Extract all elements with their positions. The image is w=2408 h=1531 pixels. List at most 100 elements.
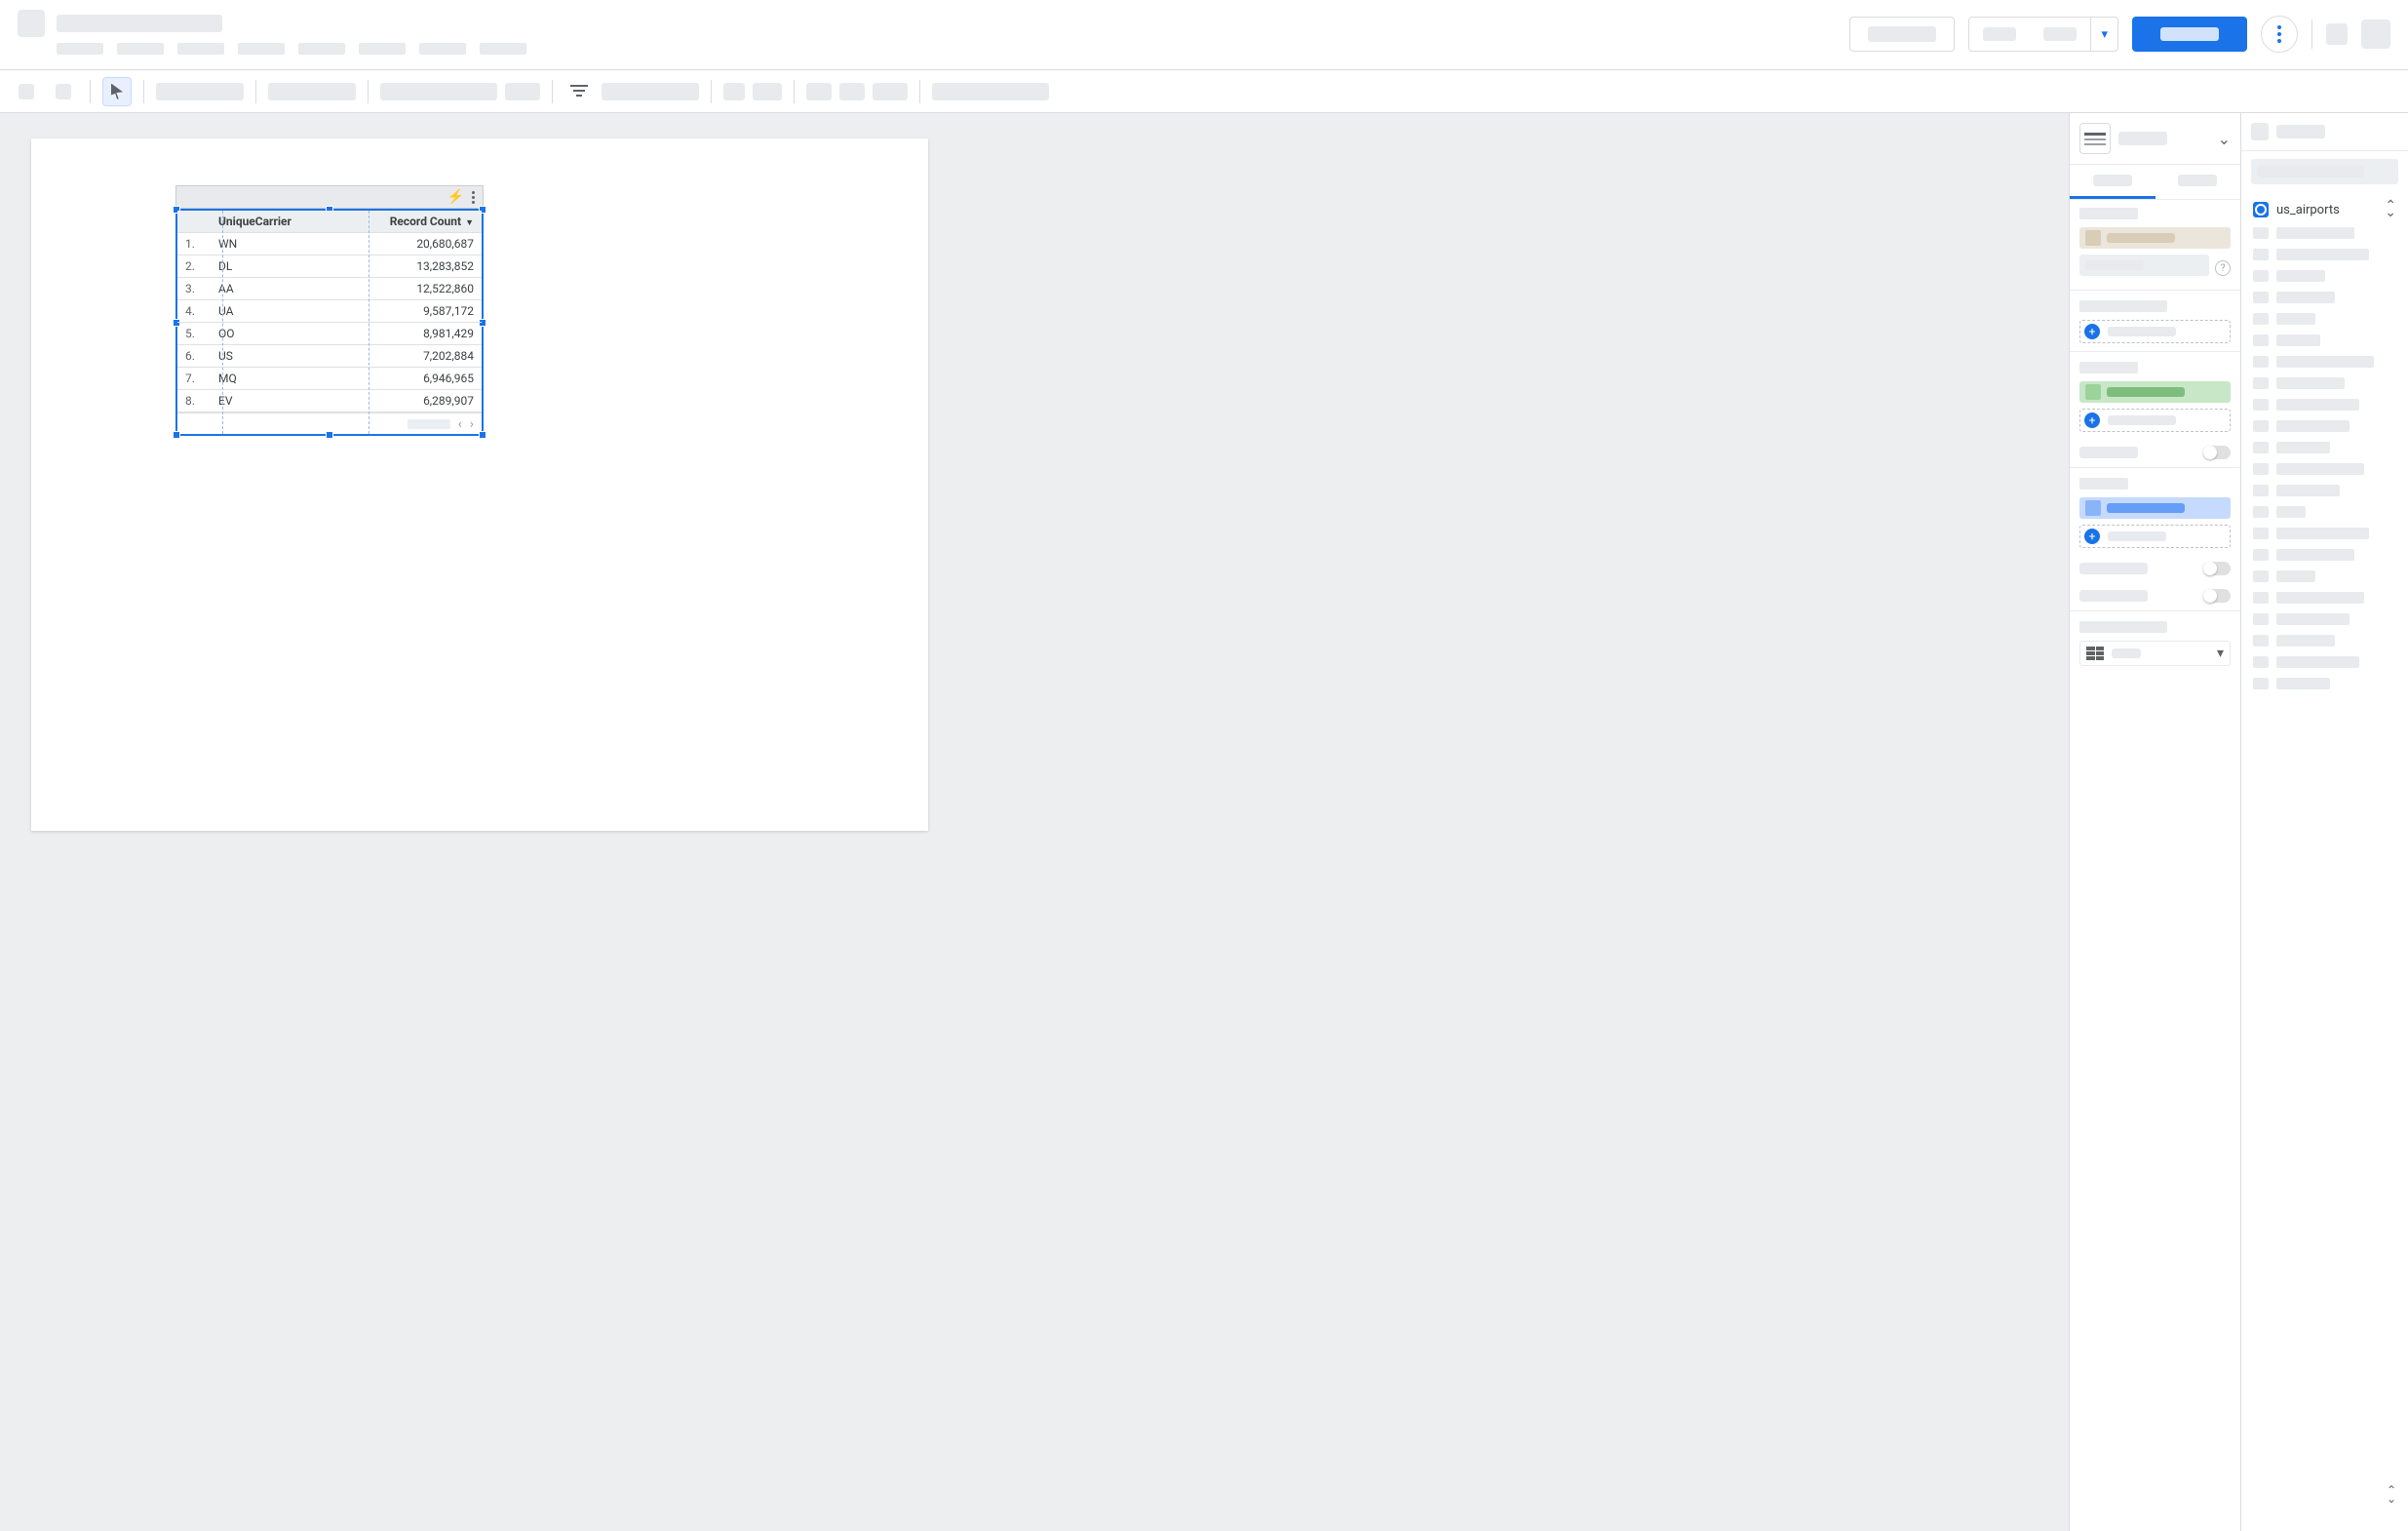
field-item[interactable]: [2253, 420, 2396, 432]
row-index: 2.: [177, 255, 211, 278]
field-item[interactable]: [2253, 377, 2396, 389]
undo-button[interactable]: [12, 77, 41, 106]
report-page[interactable]: ⚡: [31, 138, 928, 831]
more-options-button[interactable]: [2261, 16, 2298, 53]
field-item[interactable]: [2253, 356, 2396, 368]
field-item[interactable]: [2253, 334, 2396, 346]
chevron-down-icon[interactable]: ⌄: [2218, 130, 2231, 148]
datasource-icon: [2253, 202, 2269, 217]
cell-carrier: MQ: [211, 368, 338, 390]
field-item[interactable]: [2253, 227, 2396, 239]
toolbar-button[interactable]: [753, 83, 782, 100]
add-dimension-button[interactable]: +: [2079, 409, 2231, 432]
header-icon[interactable]: [2326, 23, 2348, 45]
add-metric-button[interactable]: +: [2079, 525, 2231, 548]
setup-panel: ⌄ ? + +: [2069, 113, 2240, 1531]
column-header-carrier[interactable]: UniqueCarrier: [211, 211, 338, 233]
menu-item[interactable]: [57, 43, 103, 55]
view-button[interactable]: [2132, 17, 2247, 52]
filter-button[interactable]: [564, 77, 594, 106]
redo-button[interactable]: [49, 77, 78, 106]
next-page-button[interactable]: ›: [470, 416, 474, 432]
header-button[interactable]: [1849, 17, 1955, 52]
field-item[interactable]: [2253, 270, 2396, 282]
chart-more-icon[interactable]: [472, 191, 475, 204]
toolbar-button[interactable]: [723, 83, 745, 100]
metric-chip[interactable]: [2079, 497, 2231, 519]
data-panel: us_airports ⌃⌄: [2240, 113, 2408, 1531]
zoom-spinner[interactable]: ⌃⌄: [2387, 1486, 2396, 1504]
field-item[interactable]: [2253, 592, 2396, 604]
share-split-button[interactable]: ▾: [1968, 17, 2118, 52]
add-control-button[interactable]: [380, 83, 497, 100]
help-icon[interactable]: ?: [2215, 260, 2231, 276]
add-date-range-button[interactable]: +: [2079, 320, 2231, 343]
cell-count: 13,283,852: [338, 255, 482, 278]
optional-metrics-toggle[interactable]: [2203, 562, 2231, 575]
panel-tabs: [2070, 165, 2240, 200]
field-item[interactable]: [2253, 528, 2396, 539]
column-header-count[interactable]: Record Count▼: [338, 211, 482, 233]
cell-count: 6,289,907: [338, 390, 482, 412]
toolbar-button[interactable]: [268, 83, 356, 100]
rows-per-page-select[interactable]: ▾: [2079, 641, 2231, 666]
field-item[interactable]: [2253, 656, 2396, 668]
cell-carrier: OO: [211, 323, 338, 345]
field-item[interactable]: [2253, 399, 2396, 411]
app-logo: [18, 10, 45, 37]
style-tab[interactable]: [2156, 165, 2241, 199]
toolbar-button[interactable]: [839, 83, 865, 100]
field-item[interactable]: [2253, 613, 2396, 625]
field-item[interactable]: [2253, 292, 2396, 303]
selection-tool-button[interactable]: [102, 77, 132, 106]
table-chart-selected[interactable]: ⚡: [175, 185, 484, 436]
theme-layout-button[interactable]: [932, 83, 1049, 100]
cell-carrier: DL: [211, 255, 338, 278]
dropdown-caret-icon[interactable]: ▾: [2090, 18, 2117, 51]
field-item[interactable]: [2253, 635, 2396, 647]
field-item[interactable]: [2253, 485, 2396, 496]
field-item[interactable]: [2253, 678, 2396, 689]
field-item[interactable]: [2253, 549, 2396, 561]
cell-carrier: US: [211, 345, 338, 368]
search-fields-input[interactable]: [2251, 159, 2398, 184]
menu-item[interactable]: [117, 43, 164, 55]
field-item[interactable]: [2253, 313, 2396, 325]
field-item[interactable]: [2253, 442, 2396, 453]
canvas-area[interactable]: ⚡: [0, 113, 2069, 1531]
data-source-header[interactable]: us_airports ⌃⌄: [2241, 192, 2408, 227]
prev-page-button[interactable]: ‹: [458, 416, 462, 432]
dimension-chip[interactable]: [2079, 381, 2231, 403]
menu-item[interactable]: [359, 43, 406, 55]
setup-tab[interactable]: [2070, 165, 2156, 199]
menubar: [57, 43, 526, 55]
report-title[interactable]: [57, 15, 222, 32]
menu-item[interactable]: [480, 43, 526, 55]
field-item[interactable]: [2253, 249, 2396, 260]
metric-sliders-toggle[interactable]: [2203, 589, 2231, 603]
row-index: 1.: [177, 233, 211, 255]
account-avatar[interactable]: [2361, 20, 2390, 49]
menu-item[interactable]: [419, 43, 466, 55]
chart-type-icon[interactable]: [2079, 123, 2111, 154]
toolbar-button[interactable]: [602, 83, 699, 100]
menu-item[interactable]: [177, 43, 224, 55]
row-index: 7.: [177, 368, 211, 390]
drill-down-toggle[interactable]: [2203, 446, 2231, 459]
toolbar-button[interactable]: [873, 83, 908, 100]
toolbar-button[interactable]: [806, 83, 832, 100]
toolbar-button[interactable]: [505, 83, 540, 100]
cell-carrier: UA: [211, 300, 338, 323]
field-list: [2241, 227, 2408, 689]
field-item[interactable]: [2253, 506, 2396, 518]
data-source-chip[interactable]: [2079, 227, 2231, 249]
add-chart-button[interactable]: [156, 83, 244, 100]
blend-data-button[interactable]: [2079, 255, 2209, 276]
field-item[interactable]: [2253, 463, 2396, 475]
row-index: 3.: [177, 278, 211, 300]
field-item[interactable]: [2253, 570, 2396, 582]
expand-collapse-icon[interactable]: ⌃⌄: [2385, 203, 2396, 216]
menu-item[interactable]: [298, 43, 345, 55]
explore-icon[interactable]: ⚡: [447, 189, 464, 205]
menu-item[interactable]: [238, 43, 285, 55]
